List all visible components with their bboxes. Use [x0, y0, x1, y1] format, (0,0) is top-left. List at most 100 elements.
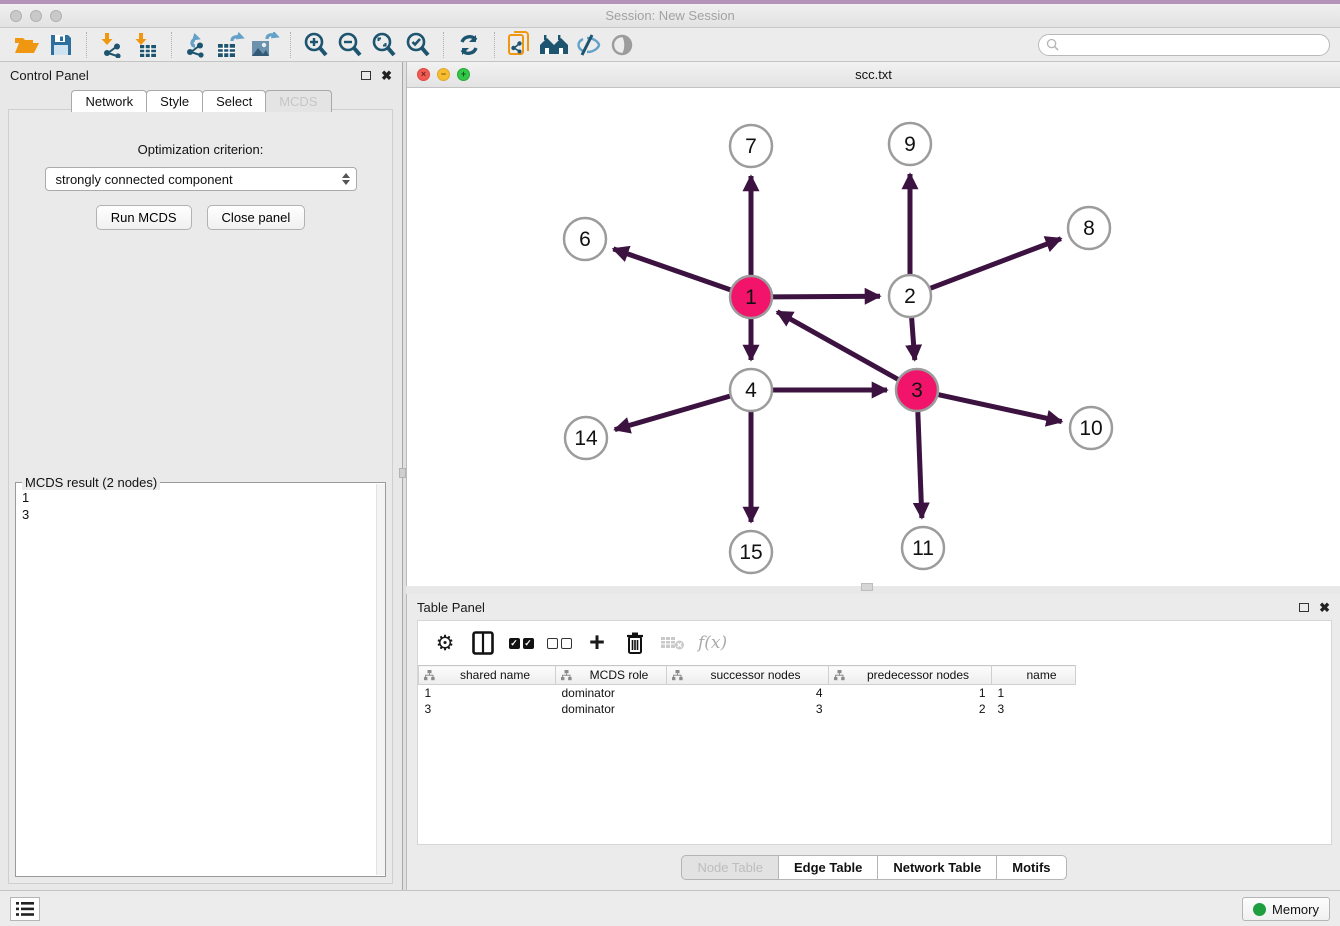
show-task-history-button[interactable] — [10, 897, 40, 921]
float-panel-icon[interactable] — [1299, 603, 1309, 612]
column-header-name[interactable]: name — [992, 666, 1076, 685]
node-4[interactable]: 4 — [730, 369, 772, 411]
node-14[interactable]: 14 — [565, 417, 607, 459]
svg-text:11: 11 — [912, 537, 934, 560]
optimization-criterion-select[interactable]: strongly connected component — [45, 167, 357, 191]
toolbar-separator — [494, 32, 495, 58]
delete-column-icon[interactable] — [622, 628, 648, 658]
save-session-icon[interactable] — [44, 31, 78, 59]
edge-3-11[interactable] — [918, 412, 922, 518]
export-image-icon[interactable] — [248, 31, 282, 59]
cell-mcds-role[interactable]: dominator — [556, 685, 667, 701]
node-11[interactable]: 11 — [902, 527, 944, 569]
edge-3-1[interactable] — [777, 312, 898, 380]
svg-text:4: 4 — [745, 379, 757, 402]
edge-4-14[interactable] — [615, 396, 730, 429]
cell-shared-name[interactable]: 1 — [419, 685, 556, 701]
tab-edge-table[interactable]: Edge Table — [778, 855, 878, 880]
zoom-fit-icon[interactable] — [367, 31, 401, 59]
select-all-icon[interactable]: ✓✓ — [508, 628, 534, 658]
column-header-mcds-role[interactable]: MCDS role — [556, 666, 667, 685]
run-mcds-button[interactable]: Run MCDS — [96, 205, 192, 230]
export-network-icon[interactable] — [180, 31, 214, 59]
cell-successor-nodes[interactable]: 4 — [667, 685, 829, 701]
float-panel-icon[interactable] — [361, 71, 371, 80]
column-header-successor-nodes[interactable]: successor nodes — [667, 666, 829, 685]
network-window-titlebar: × − + scc.txt — [407, 62, 1340, 88]
zoom-in-icon[interactable] — [299, 31, 333, 59]
tab-motifs[interactable]: Motifs — [996, 855, 1066, 880]
memory-button[interactable]: Memory — [1242, 897, 1330, 921]
cell-shared-name[interactable]: 3 — [419, 701, 556, 717]
tab-style[interactable]: Style — [146, 90, 203, 112]
cell-predecessor-nodes[interactable]: 2 — [829, 701, 992, 717]
first-neighbors-icon[interactable] — [537, 31, 571, 59]
clone-network-icon[interactable] — [503, 31, 537, 59]
edge-2-3[interactable] — [912, 318, 915, 360]
node-15[interactable]: 15 — [730, 531, 772, 573]
horizontal-splitter[interactable] — [406, 586, 1340, 594]
cell-name[interactable]: 1 — [992, 685, 1076, 701]
search-input[interactable] — [1063, 36, 1329, 54]
table-row-1[interactable]: 3dominator323 — [419, 701, 1076, 717]
node-3[interactable]: 3 — [896, 369, 938, 411]
hide-selected-icon[interactable] — [571, 31, 605, 59]
zoom-selected-icon[interactable] — [401, 31, 435, 59]
export-table-icon[interactable] — [214, 31, 248, 59]
edge-3-10[interactable] — [938, 395, 1061, 422]
node-8[interactable]: 8 — [1068, 207, 1110, 249]
toolbar-separator — [290, 32, 291, 58]
network-window-title: scc.txt — [407, 67, 1340, 82]
close-panel-button[interactable]: Close panel — [207, 205, 306, 230]
splitter-handle[interactable] — [399, 468, 406, 478]
open-session-icon[interactable] — [10, 31, 44, 59]
toolbar-separator — [171, 32, 172, 58]
tab-select[interactable]: Select — [202, 90, 266, 112]
node-2[interactable]: 2 — [889, 275, 931, 317]
node-1[interactable]: 1 — [730, 276, 772, 318]
search-icon — [1046, 38, 1059, 51]
control-panel-tabs: NetworkStyleSelectMCDS — [0, 90, 402, 112]
network-canvas[interactable]: 7 9 6 8 1 2 4 3 14 10 15 11 — [407, 88, 1340, 586]
table-row-0[interactable]: 1dominator411 — [419, 685, 1076, 701]
show-all-icon[interactable] — [605, 31, 639, 59]
import-table-icon[interactable] — [129, 31, 163, 59]
edge-2-8[interactable] — [931, 239, 1061, 289]
node-6[interactable]: 6 — [564, 218, 606, 260]
control-panel: Control Panel ✖ NetworkStyleSelectMCDS O… — [0, 62, 402, 890]
table-tabs-bar: Node TableEdge TableNetwork TableMotifs — [407, 845, 1340, 890]
cell-name[interactable]: 3 — [992, 701, 1076, 717]
add-column-icon[interactable]: + — [584, 628, 610, 658]
cell-mcds-role[interactable]: dominator — [556, 701, 667, 717]
search-field[interactable] — [1038, 34, 1330, 56]
main-toolbar — [0, 28, 1340, 62]
node-9[interactable]: 9 — [889, 123, 931, 165]
refresh-layout-icon[interactable] — [452, 31, 486, 59]
tab-mcds[interactable]: MCDS — [265, 90, 331, 112]
node-7[interactable]: 7 — [730, 125, 772, 167]
tab-network-table[interactable]: Network Table — [877, 855, 997, 880]
import-network-icon[interactable] — [95, 31, 129, 59]
close-panel-icon[interactable]: ✖ — [1319, 601, 1330, 614]
tab-node-table[interactable]: Node Table — [681, 855, 779, 880]
cell-predecessor-nodes[interactable]: 1 — [829, 685, 992, 701]
zoom-out-icon[interactable] — [333, 31, 367, 59]
edge-1-2[interactable] — [773, 296, 880, 297]
table-options-icon[interactable]: ⚙ — [432, 628, 458, 658]
svg-text:9: 9 — [904, 133, 916, 156]
column-header-shared-name[interactable]: shared name — [419, 666, 556, 685]
deselect-all-icon[interactable] — [546, 628, 572, 658]
column-header-predecessor-nodes[interactable]: predecessor nodes — [829, 666, 992, 685]
result-scrollbar[interactable] — [376, 484, 385, 875]
table-toolbar: ⚙ ✓✓ + f(x) — [418, 621, 1331, 665]
cell-successor-nodes[interactable]: 3 — [667, 701, 829, 717]
node-10[interactable]: 10 — [1070, 407, 1112, 449]
node-table[interactable]: shared nameMCDS rolesuccessor nodesprede… — [418, 665, 1076, 717]
selected-criterion: strongly connected component — [56, 172, 233, 187]
mcds-result-list[interactable]: 1 3 — [16, 483, 385, 876]
column-visibility-icon[interactable] — [470, 628, 496, 658]
close-panel-icon[interactable]: ✖ — [381, 69, 392, 82]
splitter-handle[interactable] — [861, 583, 873, 591]
edge-1-6[interactable] — [613, 249, 730, 290]
tab-network[interactable]: Network — [71, 90, 147, 112]
